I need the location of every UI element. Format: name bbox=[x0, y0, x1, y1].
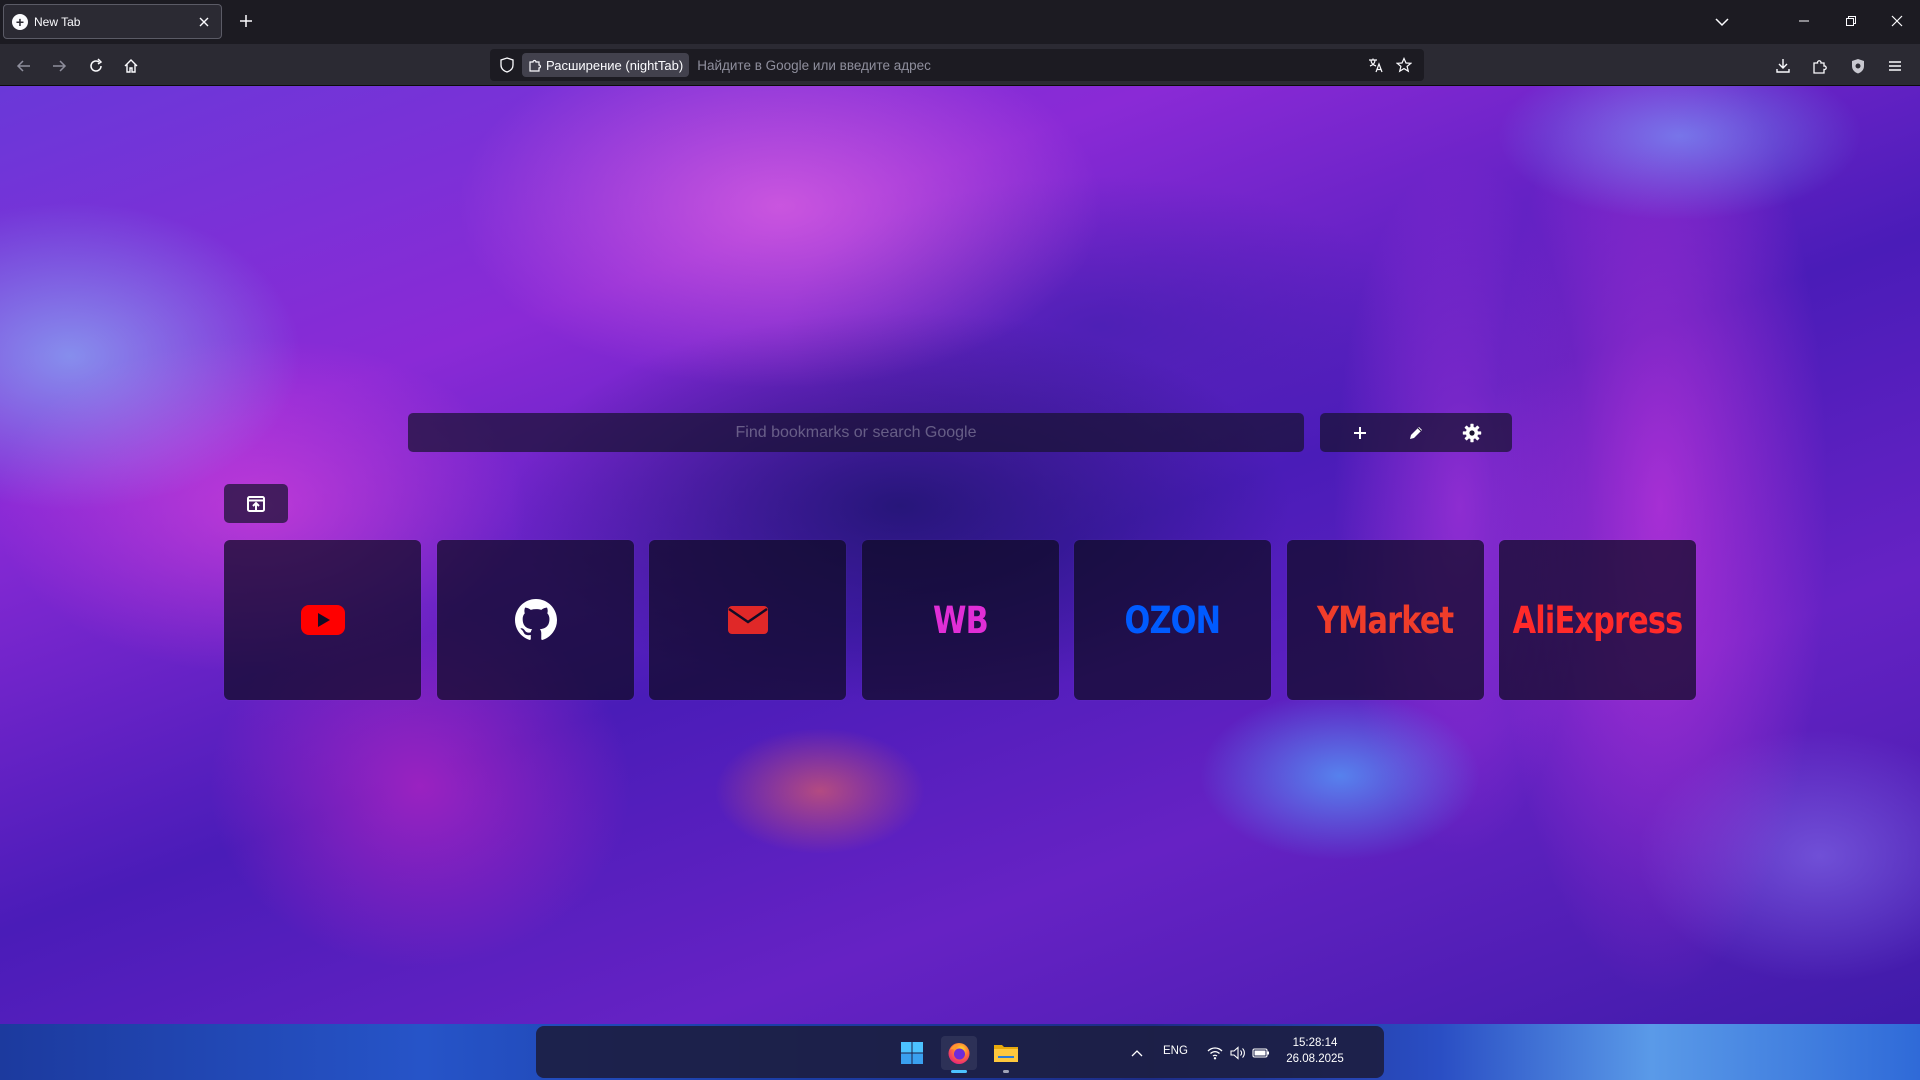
running-app-indicator bbox=[1003, 1070, 1009, 1073]
bookmark-tile-youtube[interactable] bbox=[224, 540, 421, 700]
extensions-button[interactable] bbox=[1807, 53, 1833, 79]
windows-logo-icon bbox=[901, 1042, 923, 1064]
bookmark-tile-mail[interactable] bbox=[649, 540, 846, 700]
ublock-extension-button[interactable] bbox=[1845, 53, 1871, 79]
taskbar-firefox[interactable] bbox=[941, 1036, 977, 1073]
bookmark-search-input[interactable] bbox=[408, 413, 1304, 452]
close-icon bbox=[1891, 15, 1903, 27]
input-language-indicator[interactable]: ENG bbox=[1163, 1045, 1188, 1057]
pencil-icon bbox=[1410, 426, 1422, 439]
taskbar-file-explorer[interactable] bbox=[988, 1036, 1024, 1073]
navigation-toolbar: Расширение (nightTab) Найдите в Google и… bbox=[0, 44, 1920, 86]
tile-letters: YMarket bbox=[1317, 598, 1454, 642]
battery-icon[interactable] bbox=[1252, 1044, 1270, 1062]
system-clock[interactable]: 15:28:14 26.08.2025 bbox=[1285, 1035, 1345, 1067]
clock-time: 15:28:14 bbox=[1292, 1037, 1338, 1049]
reload-icon bbox=[90, 58, 103, 72]
settings-button[interactable] bbox=[1452, 417, 1492, 449]
nighttab-page: WB OZON YMarket AliExpress bbox=[0, 86, 1920, 1080]
chevron-down-icon bbox=[1715, 18, 1729, 27]
bookmark-tile-github[interactable] bbox=[437, 540, 634, 700]
header-controls bbox=[1320, 413, 1512, 452]
plus-icon bbox=[240, 15, 252, 27]
close-icon bbox=[199, 17, 209, 26]
new-tab-button[interactable] bbox=[235, 10, 257, 32]
restore-icon bbox=[1846, 16, 1856, 26]
close-window-button[interactable] bbox=[1879, 6, 1915, 36]
volume-icon[interactable] bbox=[1229, 1044, 1247, 1062]
plus-circle-icon: + bbox=[12, 13, 28, 30]
edit-button[interactable] bbox=[1396, 417, 1436, 449]
plus-icon bbox=[1354, 426, 1366, 439]
forward-button[interactable] bbox=[46, 53, 72, 79]
tile-letters: WB bbox=[933, 598, 989, 642]
list-all-tabs-button[interactable] bbox=[1709, 10, 1735, 34]
bookmark-tile-aliexpress[interactable]: AliExpress bbox=[1499, 540, 1696, 700]
start-button[interactable] bbox=[894, 1036, 930, 1070]
extension-identity-chip[interactable]: Расширение (nightTab) bbox=[522, 53, 690, 77]
bookmark-tile-ymarket[interactable]: YMarket bbox=[1287, 540, 1484, 700]
bookmark-search-bar[interactable] bbox=[408, 413, 1304, 452]
show-hidden-icons-button[interactable] bbox=[1128, 1044, 1146, 1062]
add-bookmark-button[interactable] bbox=[1340, 417, 1380, 449]
extension-label: Расширение (nightTab) bbox=[546, 57, 684, 73]
active-app-indicator bbox=[951, 1070, 967, 1073]
tab-title: New Tab bbox=[34, 14, 81, 29]
arrow-left-icon bbox=[16, 60, 30, 72]
home-icon bbox=[124, 59, 138, 73]
translate-button[interactable] bbox=[1362, 51, 1390, 79]
chevron-up-icon bbox=[1131, 1050, 1143, 1057]
youtube-icon bbox=[300, 605, 345, 635]
arrow-right-icon bbox=[53, 60, 67, 72]
puzzle-piece-icon bbox=[1813, 60, 1827, 74]
bookmark-tiles: WB OZON YMarket AliExpress bbox=[224, 540, 1696, 700]
group-open-all-button[interactable] bbox=[224, 484, 288, 523]
downloads-button[interactable] bbox=[1770, 53, 1796, 79]
star-icon bbox=[1396, 57, 1412, 73]
reload-button[interactable] bbox=[83, 53, 109, 79]
wifi-icon[interactable] bbox=[1206, 1044, 1224, 1062]
address-bar[interactable]: Расширение (nightTab) Найдите в Google и… bbox=[490, 49, 1424, 81]
download-icon bbox=[1776, 59, 1790, 73]
envelope-icon bbox=[727, 606, 768, 634]
app-menu-button[interactable] bbox=[1882, 53, 1908, 79]
minimize-icon bbox=[1799, 20, 1809, 22]
translate-icon bbox=[1369, 58, 1383, 73]
shield-extension-icon bbox=[1852, 59, 1864, 74]
firefox-icon bbox=[948, 1043, 970, 1064]
open-all-icon bbox=[247, 495, 265, 512]
tile-letters: AliExpress bbox=[1512, 598, 1684, 642]
bookmark-tile-wb[interactable]: WB bbox=[862, 540, 1059, 700]
hamburger-menu-icon bbox=[1889, 61, 1901, 71]
restore-button[interactable] bbox=[1833, 6, 1869, 36]
tab-strip: + New Tab bbox=[0, 0, 1920, 44]
puzzle-piece-icon bbox=[528, 58, 542, 72]
minimize-button[interactable] bbox=[1786, 6, 1822, 36]
tile-letters: OZON bbox=[1124, 598, 1222, 642]
address-placeholder[interactable]: Найдите в Google или введите адрес bbox=[697, 58, 1362, 73]
tracking-protection-shield-icon[interactable] bbox=[498, 56, 516, 74]
taskbar: ENG bbox=[536, 1026, 1384, 1078]
bookmark-star-button[interactable] bbox=[1390, 51, 1418, 79]
home-button[interactable] bbox=[118, 53, 144, 79]
gear-icon bbox=[1462, 423, 1482, 442]
tab-new-tab[interactable]: + New Tab bbox=[3, 4, 222, 39]
github-icon bbox=[514, 599, 557, 640]
back-button[interactable] bbox=[11, 53, 37, 79]
bookmark-tile-ozon[interactable]: OZON bbox=[1074, 540, 1271, 700]
folder-icon bbox=[994, 1045, 1018, 1062]
clock-date: 26.08.2025 bbox=[1286, 1053, 1344, 1065]
close-tab-button[interactable] bbox=[195, 13, 213, 31]
